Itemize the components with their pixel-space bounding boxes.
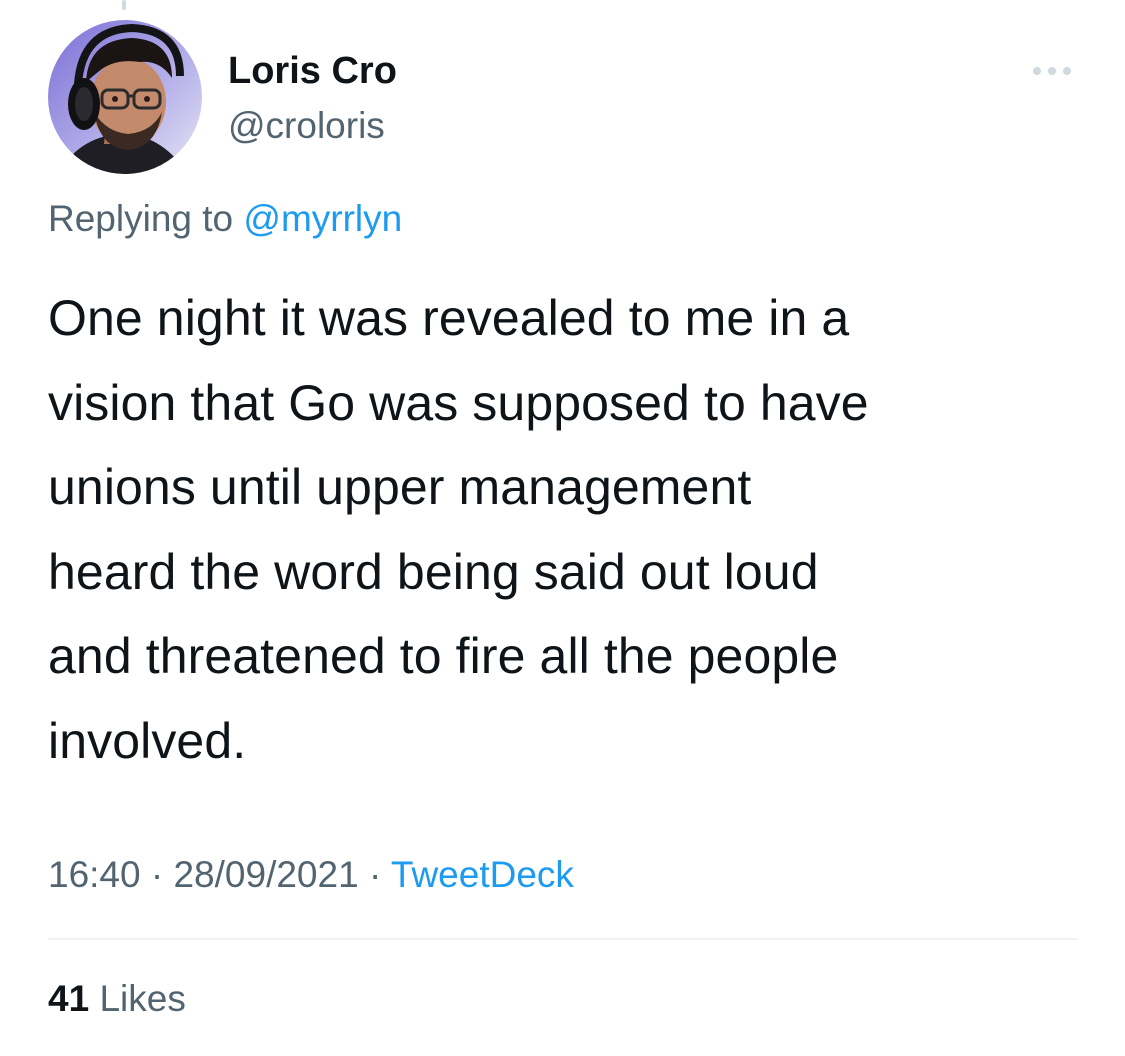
replying-to: Replying to @myrrlyn <box>48 196 402 242</box>
likes-count: 41 <box>48 978 90 1019</box>
replying-to-mention[interactable]: @myrrlyn <box>243 198 402 239</box>
tweet-text: One night it was revealed to me in a vis… <box>48 276 1088 783</box>
tweet-text-line: heard the word being said out loud <box>48 543 819 600</box>
tweet-date[interactable]: 28/09/2021 <box>173 854 358 895</box>
avatar-photo <box>48 20 202 174</box>
tweet-text-line: and threatened to fire all the people <box>48 628 839 684</box>
author-display-name[interactable]: Loris Cro <box>228 48 397 94</box>
replying-to-label: Replying to <box>48 198 234 239</box>
tweet-text-line: involved. <box>48 712 247 769</box>
avatar[interactable] <box>48 20 202 174</box>
tweet-source-link[interactable]: TweetDeck <box>391 854 574 895</box>
divider <box>48 938 1078 940</box>
author-handle[interactable]: @croloris <box>228 104 385 148</box>
meta-separator: · <box>368 854 382 895</box>
likes-stat[interactable]: 41 Likes <box>48 976 186 1022</box>
tweet-text-line: One night it was revealed to me in a <box>48 290 850 346</box>
tweet-time[interactable]: 16:40 <box>48 854 141 895</box>
tweet-detail: Loris Cro @croloris Replying to @myrrlyn… <box>0 0 1125 1056</box>
tweet-text-line: vision that Go was supposed to have <box>48 374 869 431</box>
likes-label: Likes <box>99 978 186 1019</box>
thread-line <box>122 0 126 10</box>
tweet-metadata: 16:40 · 28/09/2021 · TweetDeck <box>48 852 574 898</box>
more-options-button[interactable] <box>1026 56 1078 86</box>
more-dots-icon <box>1033 67 1071 75</box>
meta-separator: · <box>150 854 164 895</box>
tweet-text-line: unions until upper management <box>48 459 752 515</box>
